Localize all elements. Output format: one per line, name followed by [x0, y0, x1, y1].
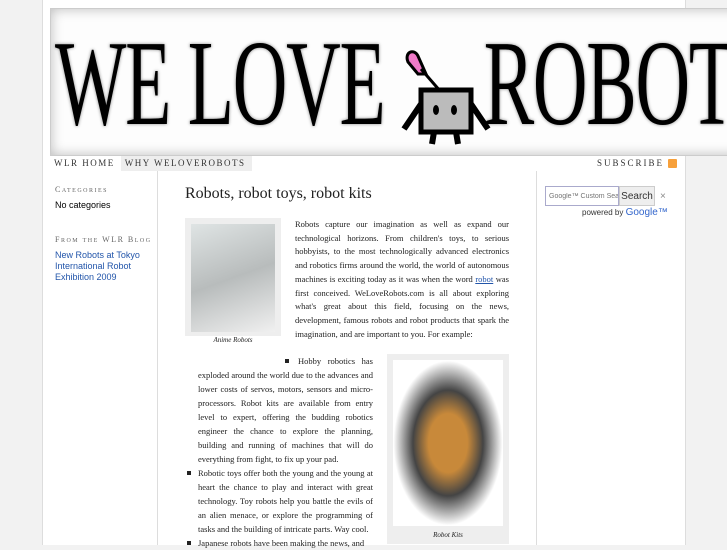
anime-robot-image — [191, 224, 275, 332]
categories-heading: Categories — [55, 185, 109, 194]
subscribe-label: SUBSCRIBE — [596, 158, 664, 168]
nav-wlr-home[interactable]: WLR HOME — [50, 156, 121, 171]
figure-robot-kits: Robot Kits — [387, 354, 509, 544]
post-title: Robots, robot toys, robot kits — [185, 185, 372, 202]
figure-caption: Robot Kits — [433, 531, 463, 539]
list-item: Hobby robotics has exploded around the w… — [185, 354, 373, 466]
list-item: Robotic toys offer both the young and th… — [185, 466, 373, 536]
clear-icon[interactable]: × — [660, 191, 666, 202]
categories-empty: No categories — [55, 200, 111, 210]
post: Robots, robot toys, robot kits Anime Rob… — [185, 185, 510, 548]
top-nav: WLR HOME WHY WELOVEROBOTS — [50, 156, 252, 171]
intro-paragraph: Robots capture our imagination as well a… — [295, 219, 509, 339]
search-button[interactable]: Search — [619, 186, 655, 206]
left-sidebar: Categories No categories From the WLR Bl… — [55, 185, 155, 283]
figure-anime-robots: Anime Robots — [185, 218, 281, 344]
divider — [157, 171, 158, 545]
robot-heart-logo-icon — [401, 50, 491, 145]
robot-kit-image — [393, 360, 503, 526]
robot-link[interactable]: robot — [475, 274, 493, 284]
search-box: Search × — [545, 186, 666, 206]
figure-caption: Anime Robots — [213, 336, 253, 344]
blog-heading: From the WLR Blog — [55, 235, 152, 244]
rss-icon — [668, 158, 677, 168]
site-banner[interactable]: WE LOVEROBOTS — [50, 8, 727, 156]
list-item: Japanese robots have been making the new… — [185, 536, 373, 550]
subscribe-link[interactable]: SUBSCRIBE — [597, 158, 677, 168]
divider — [536, 171, 537, 545]
search-input[interactable] — [545, 186, 619, 206]
powered-by-google: powered by Google™ — [582, 207, 668, 218]
nav-why-weloverobots[interactable]: WHY WELOVEROBOTS — [120, 156, 252, 171]
logo-text: WE LOVEROBOTS — [55, 16, 727, 151]
bullet-list: Hobby robotics has exploded around the w… — [185, 354, 373, 550]
blog-link[interactable]: New Robots at Tokyo International Robot … — [55, 250, 155, 283]
